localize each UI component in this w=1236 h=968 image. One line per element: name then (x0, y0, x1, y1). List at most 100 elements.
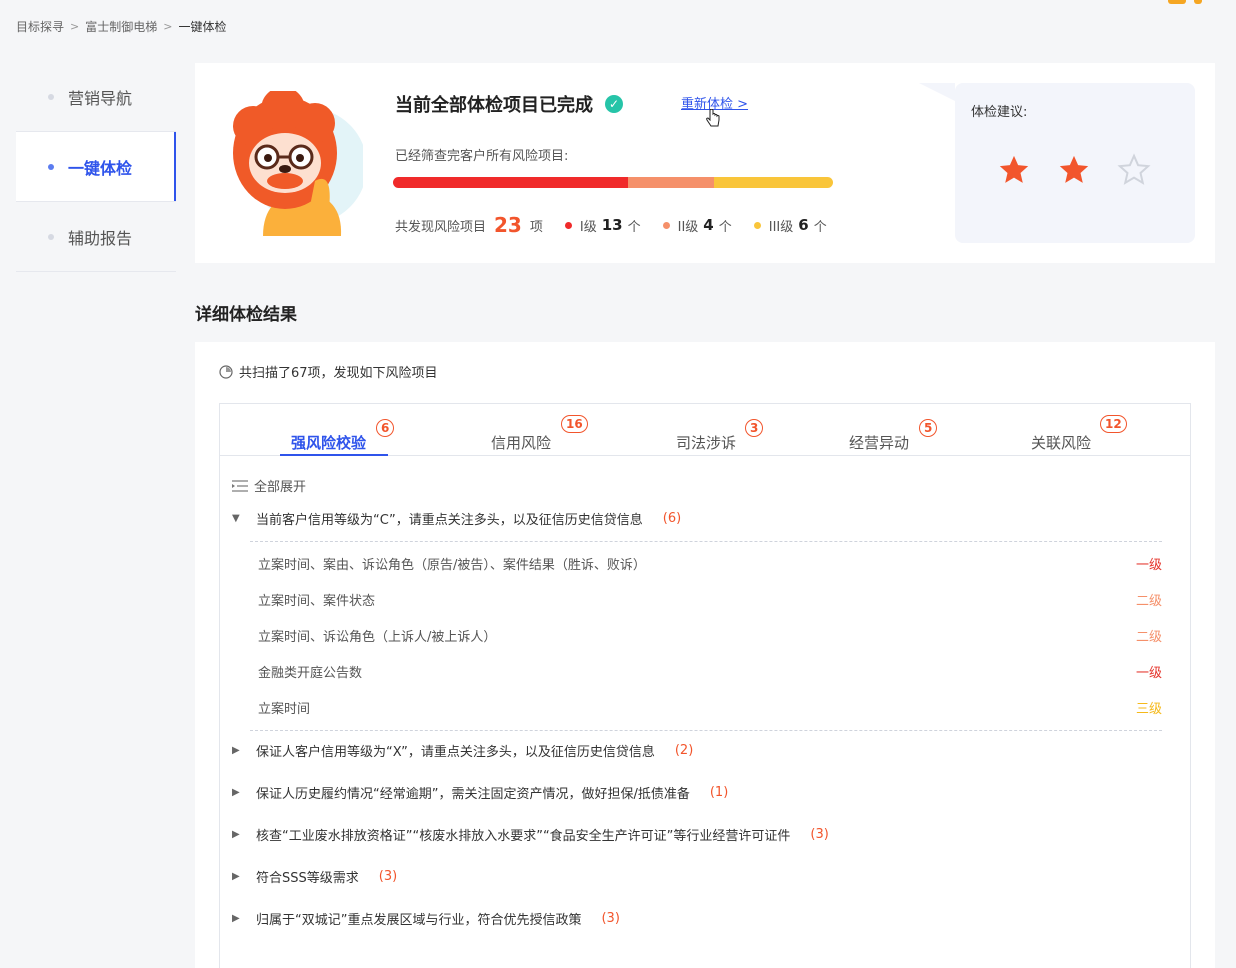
level1-dot-icon (564, 221, 572, 229)
risk-item: 立案时间、案件状态 二级 (258, 590, 1162, 609)
scan-info: 共扫描了67项，发现如下风险项目 (219, 362, 438, 381)
sidebar-item-one-click-check[interactable]: 一键体检 (16, 132, 176, 202)
hand-cursor-icon (706, 109, 720, 127)
risk-group[interactable]: ▶ 归属于“双城记”重点发展区域与行业，符合优先授信政策 (3) (232, 909, 620, 928)
star-filled-icon (1059, 155, 1089, 183)
risk-item-text: 立案时间、案由、诉讼角色（原告/被告）、案件结果（胜诉、败诉） (258, 558, 646, 573)
risk-group-title: 符合SSS等级需求 (256, 871, 359, 886)
tab-count-badge: 5 (919, 419, 938, 437)
corner-decoration-icon (1168, 0, 1202, 4)
risk-group[interactable]: ▶ 符合SSS等级需求 (3) (232, 867, 397, 886)
total-count: 23 (494, 213, 522, 237)
caret-right-icon: ▶ (232, 745, 240, 756)
risk-item: 金融类开庭公告数 一级 (258, 662, 1162, 681)
bullet-icon (48, 163, 54, 170)
level-unit: 个 (813, 219, 827, 235)
mascot-illustration (233, 91, 363, 236)
risk-group[interactable]: ▶ 核查“工业废水排放资格证”“核废水排放入水要求”“食品安全生产许可证”等行业… (232, 825, 829, 844)
summary-card: 当前全部体检项目已完成 ✓ 重新体检 > 已经筛查完客户所有风险项目: 共发现风… (195, 63, 1215, 263)
summary-title: 当前全部体检项目已完成 ✓ (395, 91, 623, 117)
risk-item-level: 一级 (1135, 666, 1162, 681)
risk-level-bar (393, 177, 833, 188)
level-name: III级 (768, 219, 794, 235)
bullet-icon (48, 93, 54, 100)
risk-group[interactable]: ▼ 当前客户信用等级为“C”，请重点关注多头，以及征信历史信贷信息 (6) (232, 509, 681, 528)
advice-rating (997, 153, 1151, 187)
risk-group-count: (3) (601, 911, 620, 926)
sidebar-item-aux-report[interactable]: 辅助报告 (16, 202, 176, 272)
breadcrumb: 目标探寻 > 富士制御电梯 > 一键体检 (16, 18, 226, 35)
bullet-icon (48, 233, 54, 240)
scan-icon (219, 364, 233, 379)
level1-segment (393, 177, 629, 188)
caret-right-icon: ▶ (232, 871, 240, 882)
tab-judicial[interactable]: 司法涉诉 (676, 432, 736, 453)
summary-title-text: 当前全部体检项目已完成 (395, 95, 593, 116)
risk-group-title: 归属于“双城记”重点发展区域与行业，符合优先授信政策 (256, 913, 582, 928)
tab-count-badge: 12 (1100, 415, 1127, 433)
level-unit: 个 (627, 219, 641, 235)
tab-related-risk[interactable]: 关联风险 (1031, 432, 1091, 453)
tab-operation-change[interactable]: 经营异动 (849, 432, 909, 453)
tab-credit-risk[interactable]: 信用风险 (491, 432, 551, 453)
risk-tabs: 强风险校验 6 信用风险 16 司法涉诉 3 经营异动 5 关联风险 12 (220, 404, 1190, 456)
risk-group-count: (2) (674, 743, 694, 758)
sidebar-item-label: 一键体检 (68, 158, 133, 178)
section-title: 详细体检结果 (195, 305, 297, 325)
risk-group[interactable]: ▶ 保证人历史履约情况“经常逾期”，需关注固定资产情况，做好担保/抵债准备 (1… (232, 783, 728, 802)
risk-item-level: 三级 (1135, 702, 1162, 717)
level-count: 13 (601, 216, 623, 234)
advice-panel: 体检建议: (919, 83, 1195, 243)
level3-segment (714, 177, 833, 188)
risk-stats: 共发现风险项目 23 项 I级 13 个 II级 4 个 III级 6 个 (395, 213, 827, 237)
tab-count-badge: 6 (376, 419, 395, 437)
risk-item-text: 立案时间、诉讼角色（上诉人/被上诉人） (258, 630, 497, 645)
level-count: 4 (703, 216, 714, 234)
sidebar: 营销导航 一键体检 辅助报告 (16, 62, 176, 272)
active-tab-indicator (280, 454, 388, 456)
advice-title: 体检建议: (971, 105, 1028, 120)
risk-group-count: (3) (810, 827, 829, 842)
risk-group[interactable]: ▶ 保证人客户信用等级为“X”，请重点关注多头，以及征信历史信贷信息 (2) (232, 741, 693, 760)
risk-group-count: (1) (709, 785, 729, 800)
star-empty-icon (1117, 153, 1151, 185)
breadcrumb-item-current: 一键体检 (178, 20, 227, 34)
caret-right-icon: ▶ (232, 913, 240, 924)
scan-status-text: 已经筛查完客户所有风险项目: (395, 149, 569, 164)
level1-stat: I级 13 个 (564, 216, 641, 235)
risk-group-title: 保证人客户信用等级为“X”，请重点关注多头，以及征信历史信贷信息 (256, 745, 655, 760)
tab-strong-risk[interactable]: 强风险校验 (291, 432, 366, 453)
level2-dot-icon (662, 221, 670, 229)
risk-item-text: 立案时间、案件状态 (258, 594, 376, 609)
breadcrumb-item-company[interactable]: 富士制御电梯 (85, 18, 157, 35)
sidebar-item-label: 营销导航 (68, 88, 133, 108)
detail-card: 共扫描了67项，发现如下风险项目 强风险校验 6 信用风险 16 司法涉诉 3 … (195, 342, 1215, 968)
chevron-right-icon: > (163, 20, 173, 33)
risk-item-text: 金融类开庭公告数 (258, 666, 363, 681)
sidebar-item-marketing-nav[interactable]: 营销导航 (16, 62, 176, 132)
risk-group-count: (3) (378, 869, 398, 884)
risk-item-level: 二级 (1135, 630, 1162, 645)
divider (250, 730, 1162, 731)
chevron-right-icon: > (70, 20, 80, 33)
level2-stat: II级 4 个 (662, 216, 732, 235)
breadcrumb-item-target-explore[interactable]: 目标探寻 (16, 18, 64, 35)
risk-group-title: 保证人历史履约情况“经常逾期”，需关注固定资产情况，做好担保/抵债准备 (256, 787, 690, 802)
advice-fold-decoration (919, 83, 955, 101)
risk-item: 立案时间 三级 (258, 698, 1162, 717)
risk-item: 立案时间、诉讼角色（上诉人/被上诉人） 二级 (258, 626, 1162, 645)
caret-right-icon: ▶ (232, 787, 240, 798)
risk-item: 立案时间、案由、诉讼角色（原告/被告）、案件结果（胜诉、败诉） 一级 (258, 554, 1162, 573)
scan-info-text: 共扫描了67项，发现如下风险项目 (239, 366, 438, 381)
level3-stat: III级 6 个 (753, 216, 827, 235)
caret-right-icon: ▶ (232, 829, 240, 840)
check-circle-icon: ✓ (605, 95, 623, 113)
star-filled-icon (999, 155, 1029, 183)
expand-all-button[interactable]: 全部展开 (232, 476, 306, 495)
sidebar-item-label: 辅助报告 (68, 228, 133, 248)
expand-all-label: 全部展开 (254, 480, 307, 495)
total-unit: 项 (529, 219, 543, 235)
risk-item-level: 二级 (1135, 594, 1162, 609)
list-expand-icon (232, 479, 248, 492)
risk-item-text: 立案时间 (258, 702, 311, 717)
